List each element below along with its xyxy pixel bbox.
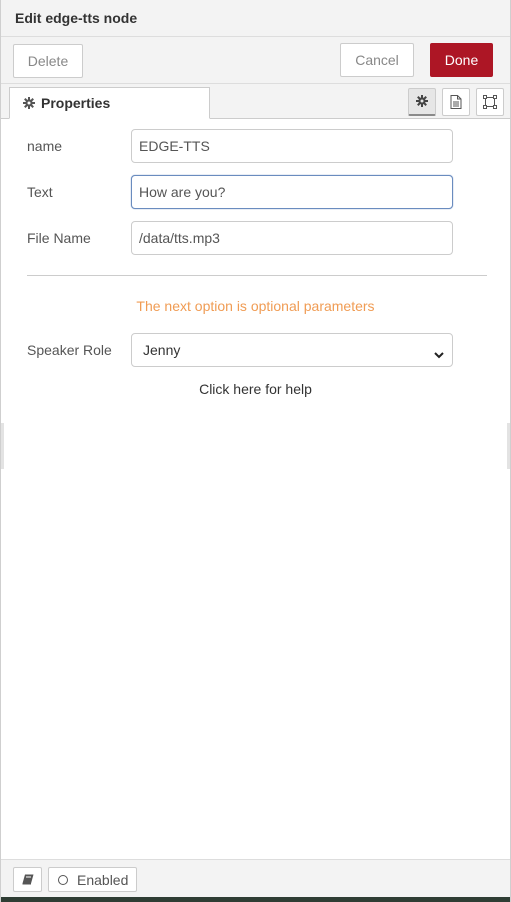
appearance-tab-button[interactable] bbox=[476, 88, 504, 116]
tray-header: Edit edge-tts node bbox=[1, 0, 510, 37]
speaker-role-value: Jenny bbox=[143, 342, 181, 358]
page-title: Edit edge-tts node bbox=[15, 10, 138, 26]
file-name-label: File Name bbox=[27, 230, 91, 246]
optional-notice: The next option is optional parameters bbox=[136, 298, 375, 314]
delete-button[interactable]: Delete bbox=[13, 44, 83, 78]
edit-node-tray: Edit edge-tts node Delete Cancel Done Pr… bbox=[0, 0, 511, 902]
chevron-down-icon bbox=[434, 346, 444, 362]
help-link[interactable]: Click here for help bbox=[1, 381, 510, 397]
bottom-strip bbox=[1, 897, 510, 902]
gear-icon bbox=[23, 96, 35, 112]
file-name-input[interactable] bbox=[131, 221, 453, 255]
name-input[interactable] bbox=[131, 129, 453, 163]
tab-properties[interactable]: Properties bbox=[9, 87, 210, 119]
tray-footer: Enabled bbox=[1, 859, 510, 898]
text-label: Text bbox=[27, 184, 53, 200]
done-button[interactable]: Done bbox=[430, 43, 493, 77]
speaker-role-label: Speaker Role bbox=[27, 342, 112, 358]
enabled-toggle[interactable]: Enabled bbox=[48, 867, 137, 892]
cancel-button[interactable]: Cancel bbox=[340, 43, 414, 77]
resize-handle-right[interactable] bbox=[507, 423, 510, 469]
resize-handle-left[interactable] bbox=[1, 423, 4, 469]
tab-properties-label: Properties bbox=[41, 95, 111, 111]
name-label: name bbox=[27, 138, 63, 154]
speaker-role-select[interactable]: Jenny bbox=[131, 333, 453, 367]
description-tab-button[interactable] bbox=[442, 88, 470, 116]
tray-toolbar: Delete Cancel Done bbox=[1, 37, 510, 84]
tab-bar: Properties bbox=[1, 84, 510, 119]
text-input[interactable] bbox=[131, 175, 453, 209]
divider bbox=[27, 275, 487, 276]
circle-icon bbox=[58, 875, 68, 885]
properties-tab-button[interactable] bbox=[408, 88, 436, 116]
help-book-button[interactable] bbox=[13, 867, 42, 892]
enabled-label: Enabled bbox=[77, 872, 129, 888]
